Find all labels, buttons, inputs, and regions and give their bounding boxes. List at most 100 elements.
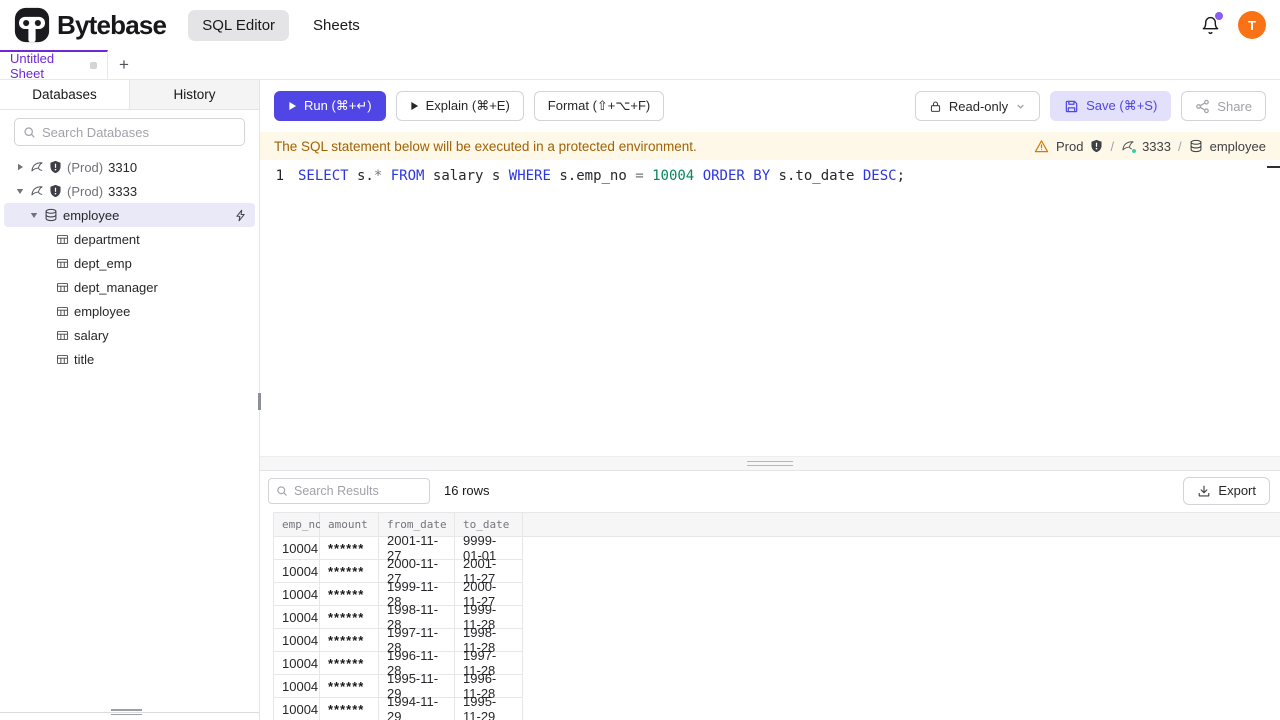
table-row: 10004 ****** 1994-11-29 1995-11-29 (273, 694, 1280, 720)
cell-amount[interactable]: ****** (320, 537, 379, 560)
connection-flash-icon[interactable] (234, 209, 247, 222)
database-search[interactable] (14, 118, 245, 146)
table-icon (56, 233, 69, 246)
mysql-dolphin-icon (30, 160, 44, 174)
table-name: dept_manager (74, 279, 158, 295)
tab-history[interactable]: History (130, 80, 259, 109)
save-button[interactable]: Save (⌘+S) (1050, 91, 1172, 121)
cell-amount[interactable]: ****** (320, 675, 379, 698)
search-icon (276, 485, 288, 497)
user-avatar[interactable]: T (1238, 11, 1266, 39)
results-search[interactable] (268, 477, 430, 504)
cell-emp-no[interactable]: 10004 (273, 606, 320, 629)
caret-right-icon (14, 163, 25, 171)
cell-amount[interactable]: ****** (320, 583, 379, 606)
sql-editor[interactable]: 1 SELECT s.* FROM salary s WHERE s.emp_n… (260, 160, 1280, 456)
table-name: salary (74, 327, 109, 343)
tree-table-department[interactable]: department (0, 227, 259, 251)
share-button[interactable]: Share (1181, 91, 1266, 121)
editor-toolbar: Run (⌘+↵) Explain (⌘+E) Format (⇧+⌥+F) R… (260, 80, 1280, 132)
toolbar-right: Read-only Save (⌘+S) Share (914, 91, 1266, 121)
connection-status-dot (1131, 148, 1138, 154)
nav-sql-editor[interactable]: SQL Editor (188, 9, 290, 41)
sidebar-panel-drag-handle[interactable] (111, 709, 142, 715)
cell-emp-no[interactable]: 10004 (273, 537, 320, 560)
column-header: amount (320, 512, 379, 537)
cell-from-date[interactable]: 1994-11-29 (379, 694, 455, 720)
cell-amount[interactable]: ****** (320, 560, 379, 583)
cell-emp-no[interactable]: 10004 (273, 698, 320, 720)
instance-name: 3333 (108, 183, 138, 199)
results-toolbar: 16 rows Export (260, 471, 1280, 506)
topbar-right: T (1199, 11, 1266, 39)
table-icon (56, 257, 69, 270)
split-drag-handle[interactable] (747, 461, 793, 466)
export-button[interactable]: Export (1183, 476, 1270, 505)
sql-statement: SELECT s.* FROM salary s WHERE s.emp_no … (298, 168, 905, 184)
tab-databases[interactable]: Databases (0, 80, 130, 109)
mysql-dolphin-icon (30, 184, 44, 198)
breadcrumb-separator: / (1110, 138, 1115, 154)
tab-untitled-sheet[interactable]: Untitled Sheet (0, 50, 108, 81)
cell-amount[interactable]: ****** (320, 652, 379, 675)
cell-to-date[interactable]: 1995-11-29 (455, 694, 523, 720)
brand-name: Bytebase (57, 9, 167, 40)
explain-button[interactable]: Explain (⌘+E) (395, 91, 524, 121)
results-panel: 16 rows Export emp_no amount from_date t… (260, 470, 1280, 720)
tree-instance-3310[interactable]: (Prod) 3310 (0, 155, 259, 179)
protected-environment-banner: The SQL statement below will be executed… (260, 132, 1280, 160)
cell-amount[interactable]: ****** (320, 698, 379, 720)
table-name: department (74, 231, 140, 247)
table-icon (56, 329, 69, 342)
caret-down-icon (14, 187, 25, 195)
cell-amount[interactable]: ****** (320, 606, 379, 629)
tree-table-title[interactable]: title (0, 347, 259, 371)
readonly-mode-dropdown[interactable]: Read-only (914, 91, 1041, 121)
tree-table-salary[interactable]: salary (0, 323, 259, 347)
environment-shield-icon (49, 184, 62, 198)
chevron-down-icon (1015, 101, 1026, 112)
table-icon (56, 353, 69, 366)
panel-split-divider[interactable] (260, 456, 1280, 470)
brand[interactable]: Bytebase (14, 7, 167, 43)
format-button[interactable]: Format (⇧+⌥+F) (533, 91, 665, 121)
overview-ruler-mark (1267, 166, 1280, 168)
environment-label: (Prod) (67, 159, 104, 175)
search-icon (23, 126, 36, 139)
results-search-input[interactable] (294, 483, 422, 498)
cell-emp-no[interactable]: 10004 (273, 652, 320, 675)
run-button[interactable]: Run (⌘+↵) (274, 91, 386, 121)
connection-breadcrumb: Prod / 3333 / employee (1034, 139, 1266, 154)
sheet-tabstrip: Untitled Sheet + (0, 50, 1280, 81)
tree-table-employee[interactable]: employee (0, 299, 259, 323)
cell-amount[interactable]: ****** (320, 629, 379, 652)
sidebar: Databases History Search Databases (Prod… (0, 80, 261, 720)
notification-bell-icon[interactable] (1199, 12, 1223, 36)
instance-name: 3333 (1142, 138, 1171, 154)
tree-database-employee[interactable]: employee (4, 203, 255, 227)
database-search-input[interactable] (42, 124, 236, 140)
environment-shield-icon (1090, 139, 1103, 153)
header-filler (523, 512, 1280, 537)
top-navigation: SQL Editor Sheets (188, 9, 374, 41)
row-count: 16 rows (444, 483, 490, 498)
cell-emp-no[interactable]: 10004 (273, 583, 320, 606)
top-header: Bytebase SQL Editor Sheets T (0, 0, 1280, 50)
tree-table-dept-manager[interactable]: dept_manager (0, 275, 259, 299)
caret-down-icon (28, 211, 39, 219)
tree-instance-3333[interactable]: (Prod) 3333 (0, 179, 259, 203)
warning-triangle-icon (1034, 139, 1049, 154)
tree-table-dept-emp[interactable]: dept_emp (0, 251, 259, 275)
environment-label: (Prod) (67, 183, 104, 199)
nav-sheets[interactable]: Sheets (299, 10, 374, 41)
table-icon (56, 281, 69, 294)
sheet-tab-label: Untitled Sheet (10, 50, 55, 81)
database-icon (1189, 139, 1203, 153)
cell-emp-no[interactable]: 10004 (273, 675, 320, 698)
cell-emp-no[interactable]: 10004 (273, 560, 320, 583)
play-icon (410, 101, 419, 111)
new-sheet-button[interactable]: + (108, 50, 140, 79)
sidebar-tabs: Databases History (0, 80, 259, 110)
banner-message: The SQL statement below will be executed… (274, 138, 697, 154)
cell-emp-no[interactable]: 10004 (273, 629, 320, 652)
